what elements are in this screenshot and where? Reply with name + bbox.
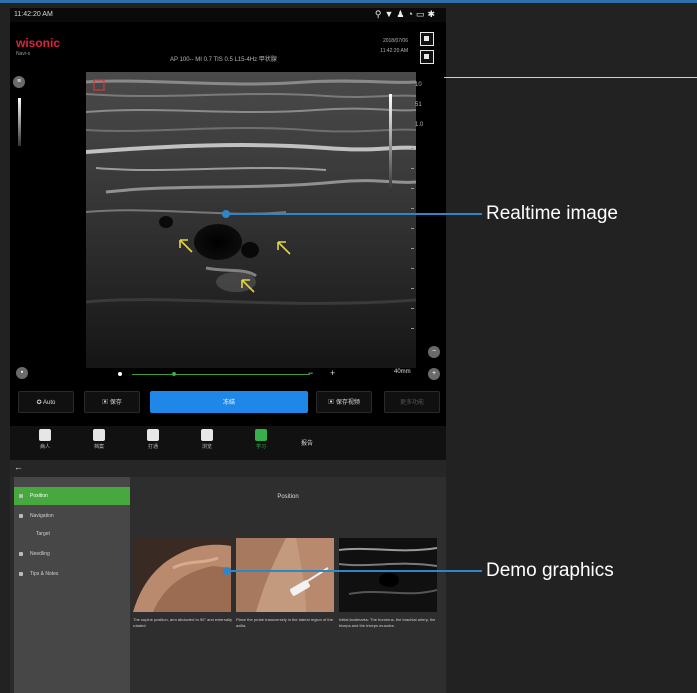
brand-logo: wisonic bbox=[16, 36, 61, 50]
scale-label: 51 bbox=[415, 102, 422, 108]
menu-item-target[interactable]: Target bbox=[14, 525, 130, 543]
scale-label: 1.0 bbox=[415, 122, 424, 128]
slider-left-dot bbox=[118, 372, 122, 376]
depth-minus-icon[interactable]: − bbox=[428, 346, 440, 358]
status-bar: 11:42:20 AM ⚲▼♟◔▭✱ bbox=[10, 8, 446, 22]
back-arrow-icon[interactable]: ← bbox=[14, 462, 23, 472]
transmit-icon bbox=[147, 429, 159, 441]
gear-icon[interactable]: ✱ bbox=[427, 9, 438, 19]
freeze-button[interactable]: 冻结 bbox=[150, 391, 308, 413]
record-icon bbox=[93, 429, 105, 441]
qr-icon-1[interactable] bbox=[420, 32, 434, 46]
callout-line-realtime bbox=[228, 213, 482, 215]
save-video-button[interactable]: ▣ 保存视频 bbox=[316, 391, 372, 413]
panel-header: ← bbox=[10, 460, 446, 477]
scale-label: 10 bbox=[415, 82, 422, 88]
device-screen: 11:42:20 AM ⚲▼♟◔▭✱ wisonic Navi-s AP 100… bbox=[10, 8, 446, 693]
status-icons: ⚲▼♟◔▭✱ bbox=[375, 9, 438, 20]
figure-root: 11:42:20 AM ⚲▼♟◔▭✱ wisonic Navi-s AP 100… bbox=[0, 0, 697, 693]
date-text: 2018/07/06 bbox=[382, 38, 408, 44]
content-title: Position bbox=[277, 494, 299, 500]
save-image-button[interactable]: ▣ 保存 bbox=[84, 391, 140, 413]
realtime-ultrasound-image bbox=[86, 72, 416, 368]
status-time: 11:42:20 AM bbox=[14, 11, 53, 18]
nav-transmit[interactable]: 打通 bbox=[136, 429, 170, 450]
top-accent-line bbox=[0, 0, 697, 3]
learning-icon bbox=[255, 429, 267, 441]
callout-demo-label: Demo graphics bbox=[486, 560, 614, 581]
divider-line bbox=[444, 77, 697, 78]
auto-button[interactable]: ✪ Auto bbox=[18, 391, 74, 413]
learning-content: Position The supine position, arm abduct… bbox=[130, 477, 446, 693]
demo-caption: Initial landmarks: The humerus, the brac… bbox=[339, 617, 436, 628]
depth-plus-icon[interactable]: + bbox=[428, 368, 440, 380]
nav-patient[interactable]: 病人 bbox=[28, 429, 62, 450]
menu-round-icon[interactable]: ≡ bbox=[13, 76, 25, 88]
slider-plus-icon[interactable]: + bbox=[330, 368, 335, 378]
demo-image-arm[interactable] bbox=[133, 538, 231, 612]
menu-item-navigation[interactable]: Navigation bbox=[14, 507, 130, 525]
user-icon: ♟ bbox=[396, 9, 408, 19]
clock-text: 11:42:20 AM bbox=[380, 48, 408, 54]
callout-line-demo bbox=[229, 570, 482, 572]
slider-thumb[interactable] bbox=[172, 372, 176, 376]
callout-realtime-label: Realtime image bbox=[486, 203, 618, 224]
camera-icon[interactable]: ▪ bbox=[16, 367, 28, 379]
nav-browse[interactable]: 浏览 bbox=[190, 429, 224, 450]
depth-scale: 10 51 1.0 bbox=[405, 78, 439, 378]
gain-bar[interactable] bbox=[18, 98, 21, 146]
menu-item-tips[interactable]: Tips & Notes bbox=[14, 565, 130, 583]
contrast-bar[interactable] bbox=[389, 94, 392, 192]
demo-image-probe[interactable] bbox=[236, 538, 334, 612]
qr-icon-2[interactable] bbox=[420, 50, 434, 64]
more-button[interactable]: 更多功能 bbox=[384, 391, 440, 413]
imaging-params: AP 100-- MI 0.7 TIS 0.5 L15-4Hz 甲状腺 bbox=[170, 57, 277, 63]
bottom-nav: 病人 档案 打通 浏览 学习 报告 bbox=[10, 426, 446, 460]
usb-icon: ⚲ bbox=[374, 9, 385, 19]
nav-record[interactable]: 档案 bbox=[82, 429, 116, 450]
nav-report[interactable]: 报告 bbox=[290, 438, 324, 447]
learning-panel: ← Position Navigation Target Needling Ti… bbox=[10, 460, 446, 693]
menu-item-needling[interactable]: Needling bbox=[14, 545, 130, 563]
wifi-icon: ▼ bbox=[384, 9, 397, 19]
demo-caption: The supine position, arm abducted to 90°… bbox=[133, 617, 232, 628]
date-time-info: 2018/07/06 11:42:20 AM bbox=[380, 36, 408, 56]
nav-learning[interactable]: 学习 bbox=[244, 429, 278, 450]
probe-label: Navi-s bbox=[16, 51, 31, 57]
ultrasound-svg bbox=[86, 72, 416, 368]
display-icon: ▭ bbox=[415, 9, 428, 19]
learning-menu: Position Navigation Target Needling Tips… bbox=[14, 477, 130, 693]
slider-minus-icon[interactable]: − bbox=[308, 368, 313, 378]
browse-icon bbox=[201, 429, 213, 441]
sync-icon: ◔ bbox=[407, 9, 416, 19]
demo-image-ultrasound[interactable] bbox=[339, 538, 437, 612]
depth-value: 40mm bbox=[394, 369, 411, 375]
menu-item-position[interactable]: Position bbox=[14, 487, 130, 505]
demo-caption: Place the probe transversely in the late… bbox=[236, 617, 333, 628]
patient-icon bbox=[39, 429, 51, 441]
frame-slider[interactable] bbox=[132, 374, 310, 375]
